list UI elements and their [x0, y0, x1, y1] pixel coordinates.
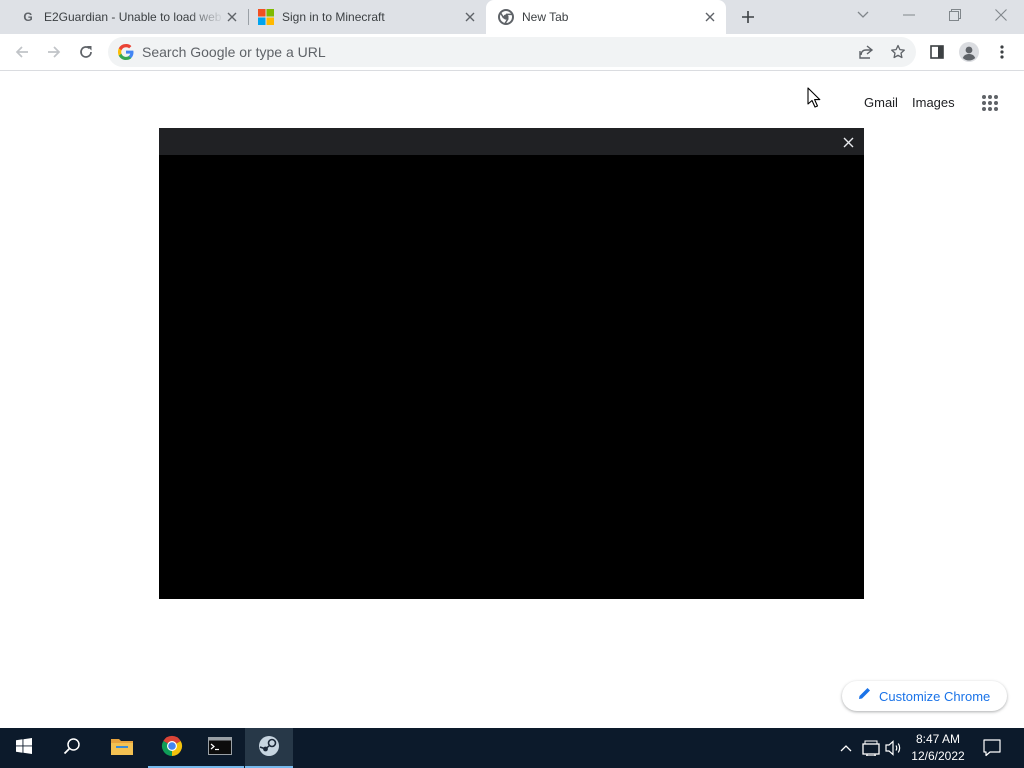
- apps-grid-icon: [982, 95, 998, 111]
- reload-button[interactable]: [73, 39, 99, 65]
- customize-label: Customize Chrome: [879, 688, 991, 704]
- taskbar-chrome[interactable]: [148, 728, 196, 768]
- mouse-cursor-icon: [807, 87, 821, 109]
- side-panel-button[interactable]: [924, 39, 950, 65]
- tab-strip: G E2Guardian - Unable to load web Sign i…: [0, 0, 1024, 34]
- terminal-icon: [208, 736, 232, 760]
- chrome-icon: [498, 9, 514, 25]
- browser-toolbar: [0, 34, 1024, 71]
- volume-icon[interactable]: [884, 738, 904, 758]
- close-tab-icon[interactable]: [462, 9, 478, 25]
- restore-button[interactable]: [933, 0, 977, 30]
- omnibox[interactable]: [108, 37, 916, 67]
- clock-date: 12/6/2022: [911, 749, 965, 763]
- taskbar-clock[interactable]: 8:47 AM 12/6/2022: [904, 731, 972, 765]
- images-link[interactable]: Images: [912, 95, 955, 110]
- minimize-button[interactable]: [887, 0, 931, 30]
- overlay-header-bar: [159, 128, 864, 155]
- gmail-link[interactable]: Gmail: [864, 95, 898, 110]
- show-hidden-icons-chevron-icon[interactable]: [836, 738, 856, 758]
- chrome-icon: [160, 734, 184, 763]
- start-icon: [16, 737, 32, 759]
- chrome-menu-button[interactable]: [989, 39, 1015, 65]
- windows-taskbar: 8:47 AM 12/6/2022: [0, 728, 1024, 768]
- video-overlay-dialog: [159, 128, 864, 599]
- taskbar-terminal[interactable]: [196, 728, 244, 768]
- svg-text:G: G: [23, 10, 32, 24]
- tab-e2guardian[interactable]: G E2Guardian - Unable to load web: [0, 0, 248, 34]
- tab-search-button[interactable]: [841, 0, 885, 30]
- taskbar-file-explorer[interactable]: [98, 728, 146, 768]
- taskbar-steam[interactable]: [245, 728, 293, 768]
- google-g-icon: G: [20, 9, 36, 25]
- new-tab-button[interactable]: [736, 5, 760, 29]
- pencil-icon: [858, 687, 871, 705]
- tab-minecraft[interactable]: Sign in to Minecraft: [248, 0, 486, 34]
- tab-title: E2Guardian - Unable to load web: [44, 10, 222, 24]
- search-icon: [63, 737, 81, 760]
- steam-icon: [257, 734, 281, 763]
- start-button[interactable]: [0, 728, 48, 768]
- action-center-icon[interactable]: [982, 738, 1002, 758]
- share-icon[interactable]: [856, 42, 876, 62]
- clock-time: 8:47 AM: [915, 732, 961, 746]
- taskbar-search-button[interactable]: [48, 728, 96, 768]
- close-icon[interactable]: [840, 134, 856, 150]
- file-explorer-icon: [111, 737, 133, 760]
- google-apps-button[interactable]: [978, 91, 1002, 115]
- close-tab-icon[interactable]: [702, 9, 718, 25]
- back-button[interactable]: [9, 39, 35, 65]
- network-icon[interactable]: [861, 738, 881, 758]
- forward-button[interactable]: [41, 39, 67, 65]
- microsoft-icon: [258, 9, 274, 25]
- google-g-icon: [118, 44, 134, 60]
- close-window-button[interactable]: [979, 0, 1023, 30]
- tab-title: New Tab: [522, 10, 569, 24]
- customize-chrome-button[interactable]: Customize Chrome: [842, 681, 1007, 711]
- close-tab-icon[interactable]: [224, 9, 240, 25]
- bookmark-star-icon[interactable]: [888, 42, 908, 62]
- profile-avatar[interactable]: [956, 39, 982, 65]
- new-tab-page: Gmail Images Customize Chrome: [0, 72, 1024, 728]
- address-input[interactable]: [142, 42, 822, 62]
- tab-title: Sign in to Minecraft: [282, 10, 385, 24]
- tab-new-tab[interactable]: New Tab: [486, 0, 726, 34]
